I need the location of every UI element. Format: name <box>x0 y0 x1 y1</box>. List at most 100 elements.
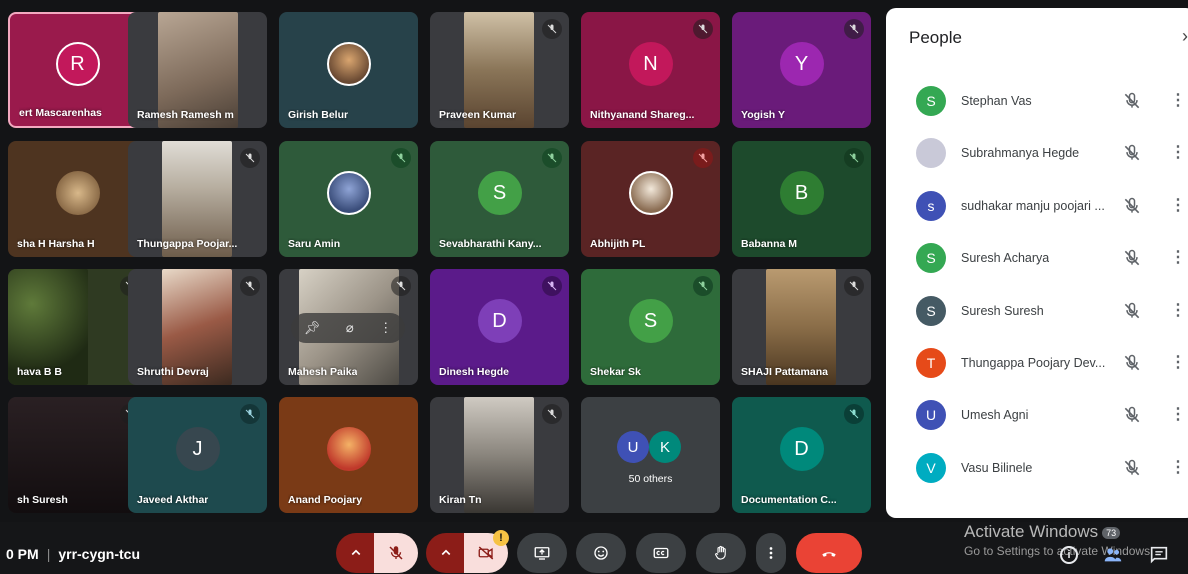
participant-tile[interactable]: S Sevabharathi Kany... <box>430 141 569 257</box>
more-vert-icon[interactable]: ⋮ <box>1170 90 1186 110</box>
present-button[interactable] <box>517 533 567 573</box>
participant-tile[interactable]: Kiran Tn <box>430 397 569 513</box>
participant-name: Mahesh Paika <box>288 366 358 378</box>
participant-tile[interactable]: S Shekar Sk <box>581 269 720 385</box>
notification-count-badge: 73 <box>1102 526 1121 539</box>
pin-icon[interactable]: 📌︎ <box>304 320 321 336</box>
others-tile[interactable]: U K 50 others <box>581 397 720 513</box>
mic-off-icon[interactable] <box>1122 196 1142 216</box>
avatar-initial: R <box>70 52 85 75</box>
participant-name: Dinesh Hegde <box>439 366 510 378</box>
muted-icon <box>240 276 260 296</box>
avatar: S <box>916 86 946 116</box>
muted-icon <box>844 19 864 39</box>
mute-participant-icon[interactable]: ⌀ <box>346 320 354 336</box>
participant-tile[interactable]: Shruthi Devraj <box>128 269 267 385</box>
captions-button[interactable] <box>636 533 686 573</box>
more-vert-icon[interactable]: ⋮ <box>1170 352 1186 372</box>
participant-tile[interactable]: B Babanna M <box>732 141 871 257</box>
participant-name: Javeed Akthar <box>137 494 209 506</box>
mic-off-icon[interactable] <box>1122 301 1142 321</box>
mic-off-icon[interactable] <box>1122 143 1142 163</box>
participant-tile[interactable]: R ert Mascarenhas <box>8 12 147 128</box>
participant-name: hava B B <box>17 366 62 378</box>
person-row[interactable]: U Umesh Agni ⋮ <box>886 390 1188 442</box>
participant-tile[interactable]: Thungappa Poojar... <box>128 141 267 257</box>
mic-toggle-button[interactable] <box>374 533 418 573</box>
participant-tile[interactable]: Girish Belur <box>279 12 418 128</box>
meeting-info: 0 PM | yrr-cygn-tcu <box>6 546 140 562</box>
raise-hand-button[interactable] <box>696 533 746 573</box>
participant-tile[interactable]: D Dinesh Hegde <box>430 269 569 385</box>
avatar-initial: J <box>192 437 203 460</box>
person-name: Thungappa Poojary Dev... <box>961 355 1106 370</box>
more-vert-icon[interactable]: ⋮ <box>1170 195 1186 215</box>
mic-off-icon[interactable] <box>1122 458 1142 478</box>
participant-tile[interactable]: Y Yogish Y <box>732 12 871 128</box>
person-row[interactable]: S Stephan Vas ⋮ <box>886 76 1188 128</box>
participant-name: sha H Harsha H <box>17 238 95 250</box>
avatar: N <box>628 42 673 86</box>
muted-icon <box>693 19 713 39</box>
avatar: B <box>779 171 824 215</box>
more-vert-icon[interactable]: ⋮ <box>1170 300 1186 320</box>
more-vert-icon[interactable]: ⋮ <box>1170 247 1186 267</box>
more-options-icon[interactable]: ⋮ <box>379 320 392 336</box>
more-vert-icon[interactable]: ⋮ <box>1170 404 1186 424</box>
participant-name: Saru Amin <box>288 238 341 250</box>
people-icon[interactable] <box>1102 544 1124 571</box>
mic-off-icon[interactable] <box>1122 353 1142 373</box>
close-icon[interactable]: › <box>1182 26 1188 47</box>
person-row[interactable]: V Vasu Bilinele ⋮ <box>886 443 1188 495</box>
participant-name: sh Suresh <box>17 494 68 506</box>
participant-name: Anand Poojary <box>288 494 363 506</box>
audio-options-button[interactable] <box>336 533 376 573</box>
hang-up-icon <box>822 552 836 557</box>
mic-off-icon[interactable] <box>1122 405 1142 425</box>
more-vert-icon[interactable]: ⋮ <box>1170 457 1186 477</box>
chat-icon[interactable] <box>1148 544 1170 571</box>
participant-tile[interactable]: Ramesh Ramesh m <box>128 12 267 128</box>
participant-name: Shekar Sk <box>590 366 641 378</box>
muted-icon <box>844 404 864 424</box>
participant-tile[interactable]: J Javeed Akthar <box>128 397 267 513</box>
captions-icon <box>653 547 669 559</box>
info-icon[interactable]: i <box>1060 546 1078 564</box>
reactions-button[interactable] <box>576 533 626 573</box>
person-row[interactable]: S Suresh Acharya ⋮ <box>886 233 1188 285</box>
avatar: V <box>916 452 946 483</box>
participant-tile[interactable]: Abhijith PL <box>581 141 720 257</box>
more-options-button[interactable] <box>756 533 786 573</box>
mic-off-icon[interactable] <box>1122 91 1142 111</box>
participant-grid: R ert Mascarenhas Ramesh Ramesh m Girish… <box>8 12 876 513</box>
person-row[interactable]: T Thungappa Poojary Dev... ⋮ <box>886 338 1188 390</box>
participant-tile[interactable]: Saru Amin <box>279 141 418 257</box>
participant-tile[interactable]: Anand Poojary <box>279 397 418 513</box>
participant-tile[interactable]: hava B B <box>8 269 147 385</box>
participant-name: Girish Belur <box>288 109 349 121</box>
more-vert-icon[interactable]: ⋮ <box>1170 142 1186 162</box>
participant-tile[interactable]: SHAJI Pattamana <box>732 269 871 385</box>
participant-tile[interactable]: Praveen Kumar <box>430 12 569 128</box>
participant-tile[interactable]: sh Suresh <box>8 397 147 513</box>
person-row[interactable]: S Suresh Suresh ⋮ <box>886 286 1188 338</box>
more-vert-icon <box>769 547 773 559</box>
participant-tile[interactable]: sha H Harsha H <box>8 141 147 257</box>
avatar-initial: D <box>794 437 809 460</box>
person-row[interactable]: s sudhakar manju poojari ... ⋮ <box>886 181 1188 233</box>
mic-off-icon[interactable] <box>1122 248 1142 268</box>
tile-hover-controls: 📌︎ ⌀ ⋮ <box>291 313 405 343</box>
participant-name: Shruthi Devraj <box>137 366 209 378</box>
person-name: Suresh Suresh <box>961 303 1044 318</box>
leave-call-button[interactable] <box>796 533 862 573</box>
person-row[interactable]: Subrahmanya Hegde ⋮ <box>886 128 1188 180</box>
avatar-initial: S <box>643 309 658 332</box>
participant-tile[interactable]: N Nithyanand Shareg... <box>581 12 720 128</box>
avatar: T <box>916 347 946 378</box>
participant-tile[interactable]: D Documentation C... <box>732 397 871 513</box>
avatar: D <box>779 427 824 471</box>
video-options-button[interactable] <box>426 533 466 573</box>
muted-icon <box>542 276 562 296</box>
avatar-initial: N <box>643 52 658 75</box>
participant-tile[interactable]: 📌︎ ⌀ ⋮ Mahesh Paika <box>279 269 418 385</box>
